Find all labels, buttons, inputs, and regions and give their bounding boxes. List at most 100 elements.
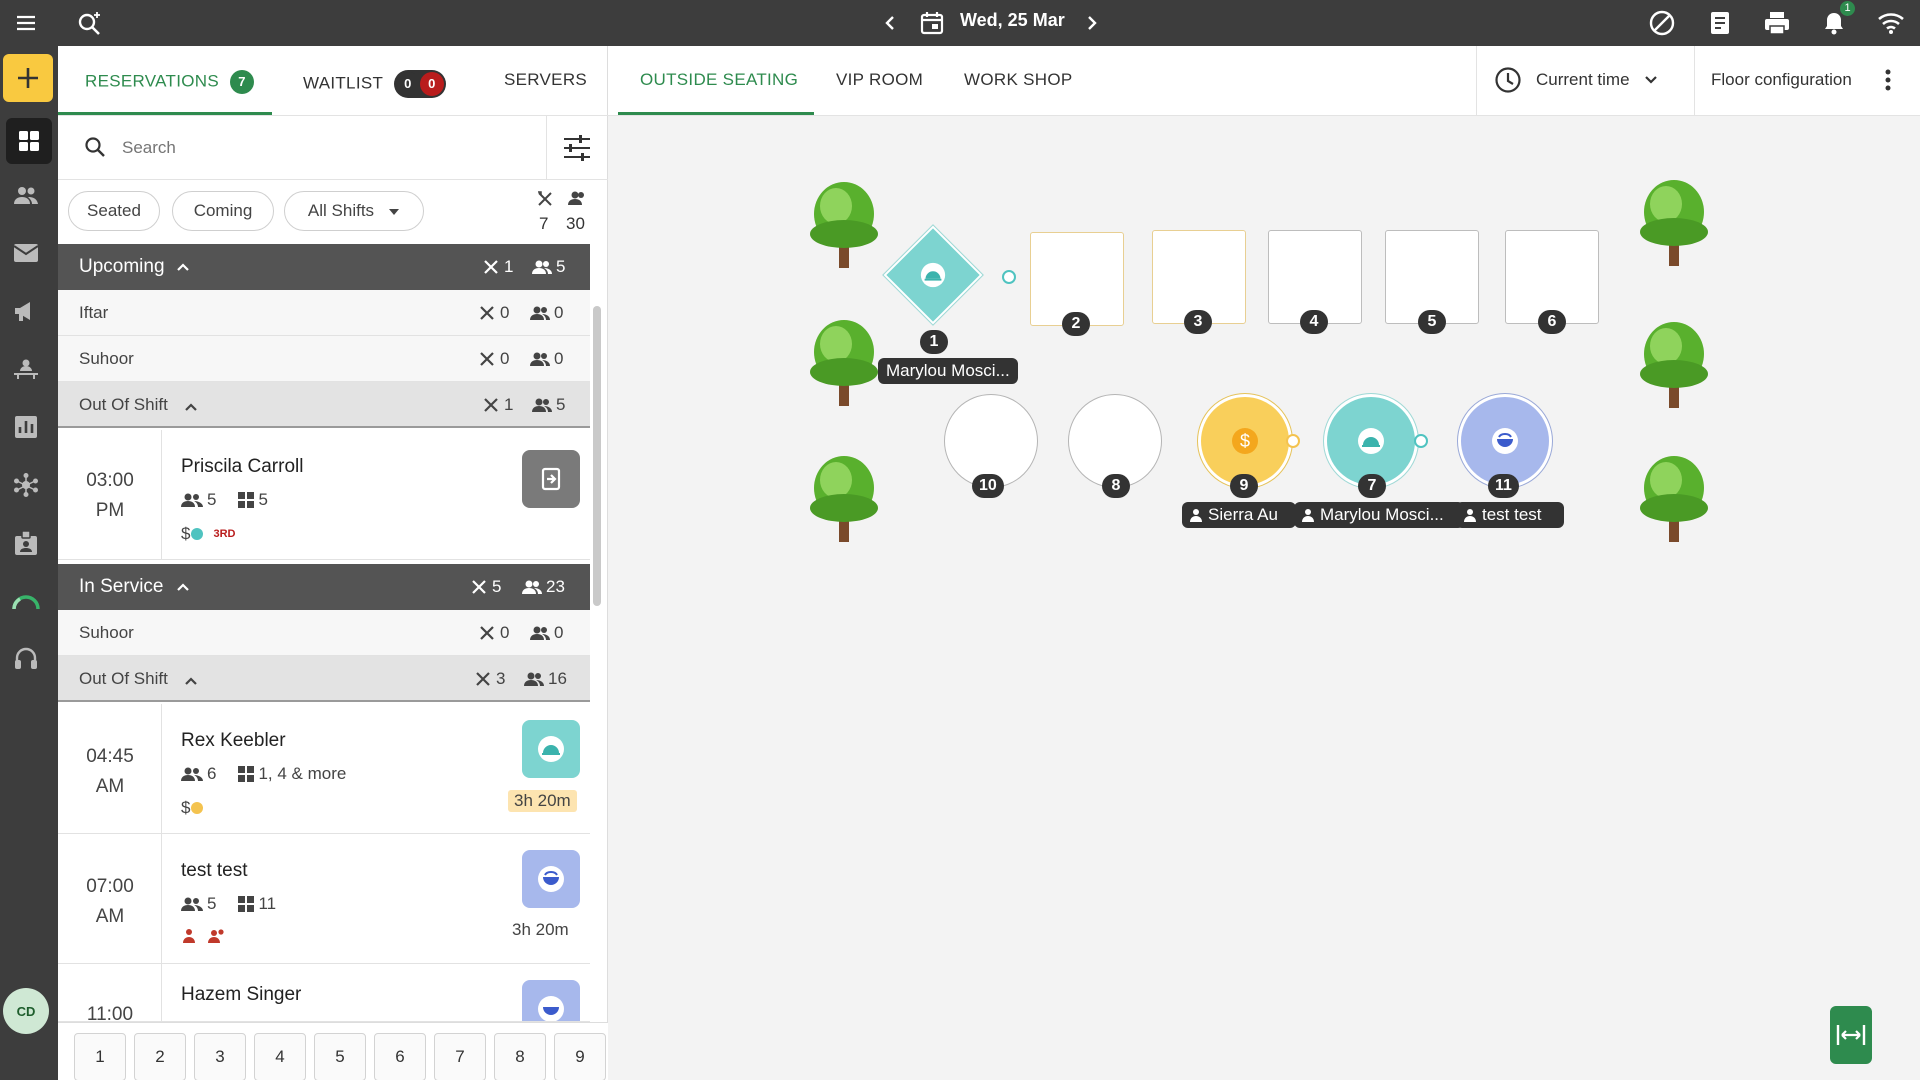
- covers-icon: [181, 897, 203, 911]
- left-navigation: CD: [0, 46, 58, 1080]
- active-tab-indicator: [58, 112, 272, 115]
- guest-name: Sierra Au: [1208, 505, 1278, 524]
- page-button[interactable]: 6: [374, 1033, 426, 1080]
- block-icon[interactable]: [1646, 7, 1678, 39]
- shift-row-suhoor[interactable]: Suhoor 0 0: [58, 610, 590, 656]
- divider: [546, 116, 547, 180]
- nav-loyalty-arc-icon[interactable]: [9, 584, 43, 618]
- more-vertical-icon[interactable]: [1884, 68, 1892, 97]
- divider: [1476, 46, 1477, 116]
- shift-covers-count: 5: [532, 382, 565, 428]
- chevron-down-icon: [1644, 76, 1657, 84]
- guest-name: Hazem Singer: [181, 984, 302, 1005]
- current-time-label: Current time: [1536, 70, 1630, 89]
- menu-icon[interactable]: [10, 7, 42, 39]
- nav-staff-icon[interactable]: [9, 352, 43, 386]
- table-guest-label: Marylou Mosci...: [878, 358, 1018, 384]
- search-sparkle-icon[interactable]: [74, 7, 106, 39]
- count-value: 1: [504, 395, 514, 414]
- page-button[interactable]: 3: [194, 1033, 246, 1080]
- tab-work-shop[interactable]: WORK SHOP: [964, 70, 1073, 90]
- dessert-status-button[interactable]: [522, 980, 580, 1021]
- utensils-icon: [484, 260, 498, 274]
- count-value: 0: [554, 303, 564, 322]
- served-status-button[interactable]: [522, 720, 580, 778]
- covers-icon: [532, 398, 552, 412]
- notes-icon[interactable]: [1704, 7, 1736, 39]
- chevron-up-icon: [184, 399, 198, 417]
- page-button[interactable]: 2: [134, 1033, 186, 1080]
- shift-covers-count: 0: [530, 610, 563, 656]
- chip-coming[interactable]: Coming: [172, 191, 274, 231]
- table-numbers: 1, 4 & more: [258, 764, 347, 783]
- page-button[interactable]: 1: [74, 1033, 126, 1080]
- checkin-status-button[interactable]: [522, 450, 580, 508]
- page-button[interactable]: 5: [314, 1033, 366, 1080]
- shift-row-out-of-shift[interactable]: Out Of Shift 1 5: [58, 382, 590, 428]
- tab-waitlist[interactable]: WAITLIST 00: [303, 70, 446, 98]
- covers-icon: [530, 626, 550, 640]
- nav-support-headset-icon[interactable]: [9, 642, 43, 676]
- nav-id-badge-icon[interactable]: [9, 526, 43, 560]
- dessert-bowl-icon: [1492, 428, 1518, 454]
- nav-integrations-icon[interactable]: [9, 468, 43, 502]
- seated-duration: 3h 20m: [512, 920, 569, 939]
- nav-dashboard-icon[interactable]: [6, 118, 52, 164]
- search-input[interactable]: [122, 134, 502, 162]
- page-button[interactable]: 9: [554, 1033, 606, 1080]
- fit-to-screen-button[interactable]: [1830, 1006, 1872, 1064]
- shift-res-count: 0: [478, 290, 509, 336]
- shift-name: Out Of Shift: [79, 669, 168, 688]
- next-date-icon[interactable]: [1076, 7, 1108, 39]
- group-header-in-service[interactable]: In Service 5 23: [58, 564, 590, 610]
- tab-servers[interactable]: SERVERS: [504, 70, 587, 90]
- add-reservation-button[interactable]: [3, 54, 53, 102]
- tab-reservations[interactable]: RESERVATIONS 7: [85, 70, 254, 94]
- dessert-bowl-icon: [538, 996, 564, 1021]
- page-button[interactable]: 4: [254, 1033, 306, 1080]
- tab-label: WAITLIST: [303, 73, 383, 93]
- calendar-icon[interactable]: [916, 7, 948, 39]
- page-button[interactable]: 8: [494, 1033, 546, 1080]
- tree-decoration: [810, 320, 878, 406]
- reservation-tags: $ 3RD: [181, 524, 235, 544]
- current-time-dropdown[interactable]: Current time: [1494, 66, 1658, 94]
- cloche-icon: [920, 262, 946, 288]
- covers-icon: [524, 672, 544, 686]
- total-reservations-count: 7: [539, 214, 549, 233]
- reservation-card[interactable]: 07:00 AM test test 5 11 3h 20m: [58, 834, 590, 964]
- utensils-icon: [536, 190, 554, 213]
- prev-date-icon[interactable]: [874, 7, 906, 39]
- tab-vip-room[interactable]: VIP ROOM: [836, 70, 923, 90]
- count-value: 3: [496, 669, 506, 688]
- reservation-card[interactable]: 03:00 PM Priscila Carroll 5 5 $ 3RD: [58, 430, 590, 560]
- group-header-upcoming[interactable]: Upcoming 1 5: [58, 244, 590, 290]
- nav-messages-icon[interactable]: [9, 236, 43, 270]
- dessert-status-button[interactable]: [522, 850, 580, 908]
- cloche-icon: [538, 736, 564, 762]
- reservation-card[interactable]: 04:45 AM Rex Keebler 6 1, 4 & more $ 3h …: [58, 704, 590, 834]
- reservation-time: 04:45 AM: [58, 704, 162, 833]
- nav-reports-icon[interactable]: [9, 410, 43, 444]
- page-button[interactable]: 7: [434, 1033, 486, 1080]
- shift-res-count: 3: [474, 656, 505, 702]
- scrollbar-thumb[interactable]: [593, 306, 601, 606]
- table-1[interactable]: [880, 222, 986, 328]
- count-value: 5: [492, 577, 502, 596]
- floor-configuration-button[interactable]: Floor configuration: [1711, 70, 1852, 90]
- shift-row-iftar[interactable]: Iftar 0 0: [58, 290, 590, 336]
- current-date[interactable]: Wed, 25 Mar: [960, 10, 1065, 31]
- chip-all-shifts[interactable]: All Shifts: [284, 191, 424, 231]
- tab-outside-seating[interactable]: OUTSIDE SEATING: [640, 70, 798, 90]
- reservation-card[interactable]: 11:00 Hazem Singer: [58, 964, 590, 1022]
- shift-row-suhoor[interactable]: Suhoor 0 0: [58, 336, 590, 382]
- table-number: 3: [1184, 310, 1212, 334]
- shift-row-out-of-shift[interactable]: Out Of Shift 3 16: [58, 656, 590, 702]
- chip-seated[interactable]: Seated: [68, 191, 160, 231]
- user-avatar[interactable]: CD: [3, 988, 49, 1034]
- nav-marketing-icon[interactable]: [9, 294, 43, 328]
- nav-guests-icon[interactable]: [9, 178, 43, 212]
- filter-sliders-icon[interactable]: [562, 134, 592, 167]
- group-title: Upcoming: [79, 256, 165, 277]
- print-icon[interactable]: [1761, 7, 1793, 39]
